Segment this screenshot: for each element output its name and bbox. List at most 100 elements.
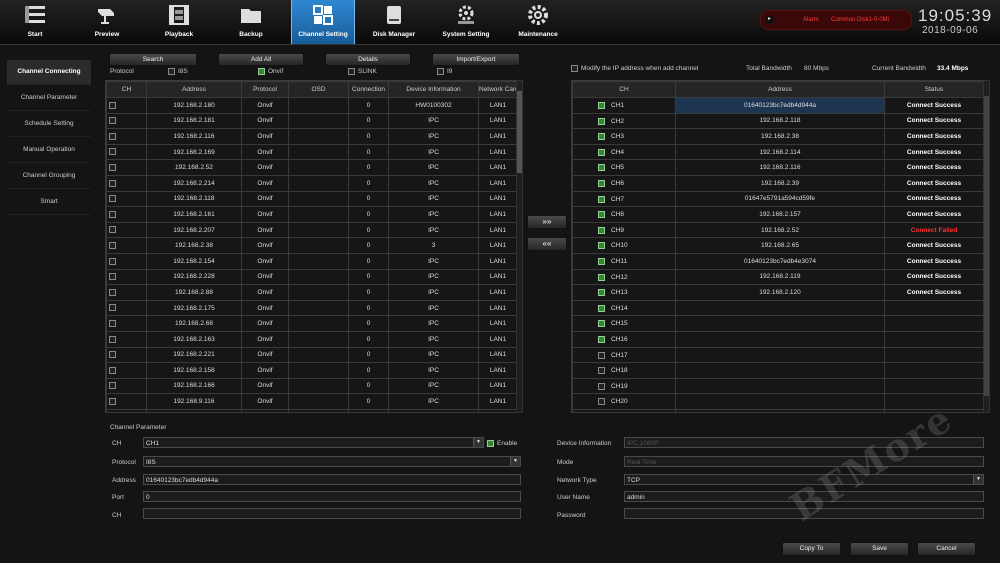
ch-select[interactable]: CH1 ▼ <box>143 437 484 448</box>
channel-cell[interactable]: CH13 <box>572 284 676 301</box>
channel-table-scrollbar[interactable] <box>983 80 990 413</box>
checkbox[interactable] <box>598 117 605 125</box>
checkbox[interactable] <box>487 440 494 447</box>
channel-cell[interactable]: CH18 <box>572 362 676 379</box>
channel-row[interactable]: CH16 <box>572 330 983 348</box>
sidebar-item-channel-connecting[interactable]: Channel Connecting <box>7 60 91 85</box>
table-row[interactable]: 192.168.9.116 Onvif 0 IPC LAN1 <box>106 393 517 410</box>
column-header[interactable]: Protocol <box>241 81 289 98</box>
checkbox[interactable] <box>109 148 116 156</box>
row-select-cell[interactable] <box>106 268 147 286</box>
checkbox[interactable] <box>598 335 605 343</box>
checkbox[interactable] <box>109 210 116 218</box>
nav-preview[interactable]: Preview <box>76 0 138 44</box>
channel-row[interactable]: CH3 192.168.2.38 Connect Success <box>572 128 983 145</box>
row-select-cell[interactable] <box>106 330 147 348</box>
sidebar-item-smart[interactable]: Smart <box>7 190 91 215</box>
checkbox[interactable] <box>598 289 605 297</box>
nav-playback[interactable]: Playback <box>148 0 210 44</box>
row-select-cell[interactable] <box>106 237 147 254</box>
checkbox[interactable] <box>598 257 605 265</box>
sidebar-item-schedule-setting[interactable]: Schedule Setting <box>7 112 91 137</box>
channel-row[interactable]: CH12 192.168.2.119 Connect Success <box>572 268 983 286</box>
checkbox[interactable] <box>109 320 116 327</box>
channel-cell[interactable]: CH10 <box>572 237 676 254</box>
table-row[interactable]: 192.168.2.166 Onvif 0 IPC LAN1 <box>106 377 517 395</box>
row-select-cell[interactable] <box>106 174 147 192</box>
channel-row[interactable]: CH10 192.168.2.65 Connect Success <box>572 237 983 254</box>
channel-cell[interactable]: CH5 <box>572 159 676 176</box>
column-header[interactable]: Address <box>146 81 242 98</box>
channel-row[interactable]: CH2 192.168.2.118 Connect Success <box>572 112 983 130</box>
checkbox[interactable] <box>598 102 605 109</box>
table-row[interactable]: 192.168.2.118 Onvif 0 IPC LAN1 <box>106 190 517 208</box>
channel-cell[interactable]: CH8 <box>572 206 676 223</box>
channel-row[interactable]: CH7 01647e5791a594cd59fe Connect Success <box>572 190 983 208</box>
checkbox[interactable] <box>109 132 116 140</box>
checkbox[interactable] <box>598 367 605 375</box>
checkbox[interactable] <box>598 304 605 312</box>
checkbox[interactable] <box>598 351 605 359</box>
row-select-cell[interactable] <box>106 112 147 130</box>
sidebar-item-manual-operation[interactable]: Manual Operation <box>7 138 91 163</box>
channel-row[interactable]: CH8 192.168.2.157 Connect Success <box>572 206 983 223</box>
channel-row[interactable]: CH15 <box>572 315 983 332</box>
table-row[interactable]: 192.168.2.161 Onvif 0 IPC LAN1 <box>106 206 517 223</box>
channel-cell[interactable]: CH6 <box>572 174 676 192</box>
port-field[interactable]: 0 <box>143 491 521 502</box>
table-row[interactable]: 192.168.2.38 Onvif 0 3 LAN1 <box>106 237 517 254</box>
protocol-option-slink[interactable]: SLINK <box>348 68 377 75</box>
sidebar-item-channel-grouping[interactable]: Channel Grouping <box>7 164 91 189</box>
table-row[interactable]: 192.168.2.181 Onvif 0 IPC LAN1 <box>106 112 517 130</box>
row-select-cell[interactable] <box>106 284 147 301</box>
row-select-cell[interactable] <box>106 315 147 332</box>
channel-cell[interactable]: CH2 <box>572 112 676 130</box>
checkbox[interactable] <box>598 164 605 172</box>
row-select-cell[interactable] <box>106 97 147 114</box>
table-row[interactable]: 192.168.2.228 Onvif 0 IPC LAN1 <box>106 268 517 286</box>
protocol-select[interactable]: I8S ▼ <box>143 456 521 467</box>
table-row[interactable]: 192.168.2.207 Onvif 0 IPC LAN1 <box>106 221 517 239</box>
modify-ip-option[interactable]: Modify the IP address when add channel <box>571 65 698 72</box>
row-select-cell[interactable] <box>106 143 147 161</box>
device-table-scrollbar[interactable] <box>516 80 523 413</box>
channel-cell[interactable]: CH16 <box>572 330 676 348</box>
channel-cell[interactable]: CH12 <box>572 268 676 286</box>
scroll-thumb[interactable] <box>984 96 989 396</box>
remove-channel-button[interactable]: «« <box>527 237 567 251</box>
row-select-cell[interactable] <box>106 159 147 176</box>
checkbox[interactable] <box>109 257 116 265</box>
checkbox[interactable] <box>109 397 116 405</box>
checkbox[interactable] <box>598 148 605 156</box>
checkbox[interactable] <box>348 68 355 75</box>
table-row[interactable]: 192.168.2.116 Onvif 0 IPC LAN1 <box>106 128 517 145</box>
column-header[interactable]: Address <box>675 81 885 98</box>
channel-cell[interactable]: CH14 <box>572 299 676 317</box>
channel-cell[interactable]: CH4 <box>572 143 676 161</box>
checkbox[interactable] <box>598 195 605 203</box>
nav-maintenance[interactable]: Maintenance <box>507 0 569 44</box>
checkbox[interactable] <box>109 288 116 296</box>
channel-cell[interactable]: CH20 <box>572 393 676 410</box>
channel-row[interactable]: CH18 <box>572 362 983 379</box>
nav-system-setting[interactable]: System Setting <box>435 0 497 44</box>
enable-option[interactable]: Enable <box>487 440 517 447</box>
checkbox[interactable] <box>109 273 116 281</box>
table-row[interactable] <box>106 408 517 412</box>
column-header[interactable]: OSD <box>288 81 349 98</box>
row-select-cell[interactable] <box>106 128 147 145</box>
channel-cell[interactable] <box>572 408 676 412</box>
channel-row[interactable]: CH5 192.168.2.116 Connect Success <box>572 159 983 176</box>
channel-cell[interactable]: CH17 <box>572 346 676 364</box>
row-select-cell[interactable] <box>106 346 147 364</box>
channel-row[interactable]: CH4 192.168.2.114 Connect Success <box>572 143 983 161</box>
checkbox[interactable] <box>109 242 116 250</box>
nav-backup[interactable]: Backup <box>220 0 282 44</box>
ch2-field[interactable] <box>143 508 521 519</box>
channel-row[interactable]: CH6 192.168.2.39 Connect Success <box>572 174 983 192</box>
row-select-cell[interactable] <box>106 221 147 239</box>
nav-channel-setting[interactable]: Channel Setting <box>291 0 355 44</box>
checkbox[interactable] <box>109 304 116 312</box>
channel-row[interactable]: CH1 01640123bc7edb4d944a Connect Success <box>572 97 983 114</box>
table-row[interactable]: 192.168.2.52 Onvif 0 IPC LAN1 <box>106 159 517 176</box>
